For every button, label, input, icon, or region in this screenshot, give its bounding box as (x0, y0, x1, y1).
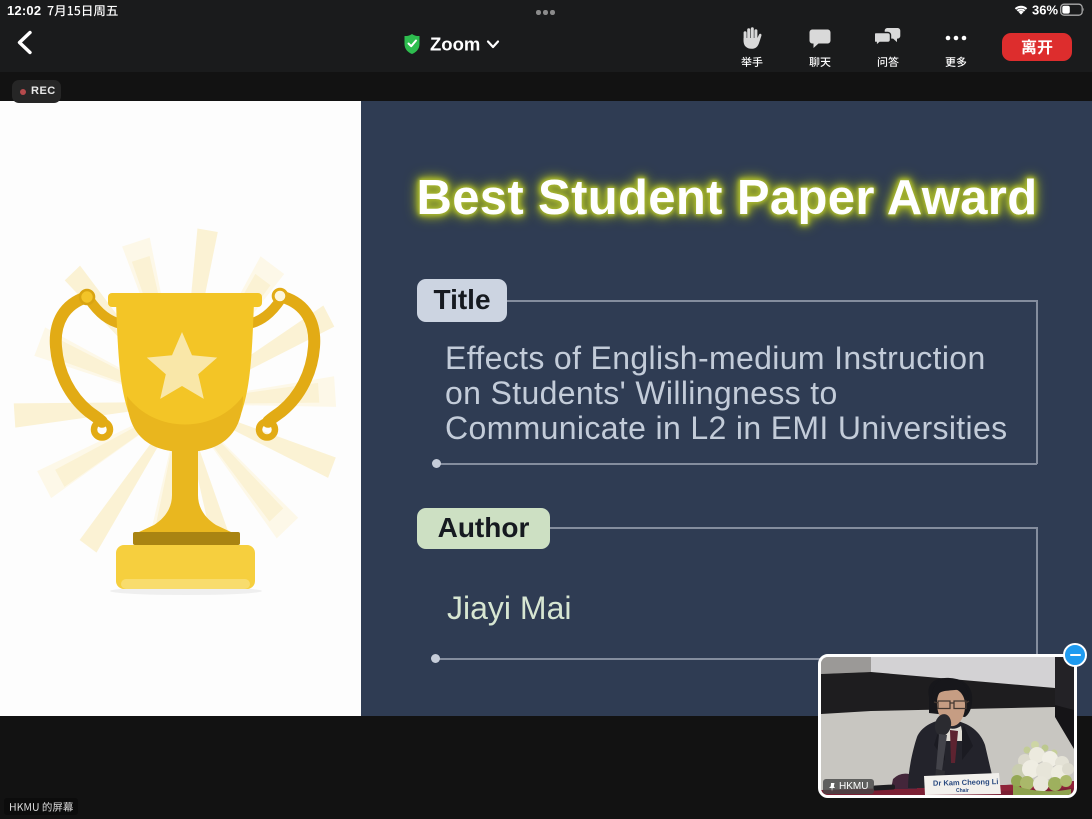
svg-text:Zoom: Zoom (430, 34, 480, 55)
svg-text:Dr Kam Cheong Li: Dr Kam Cheong Li (933, 777, 999, 788)
svg-text:36%: 36% (1032, 3, 1058, 17)
svg-text:Chair: Chair (956, 788, 969, 794)
